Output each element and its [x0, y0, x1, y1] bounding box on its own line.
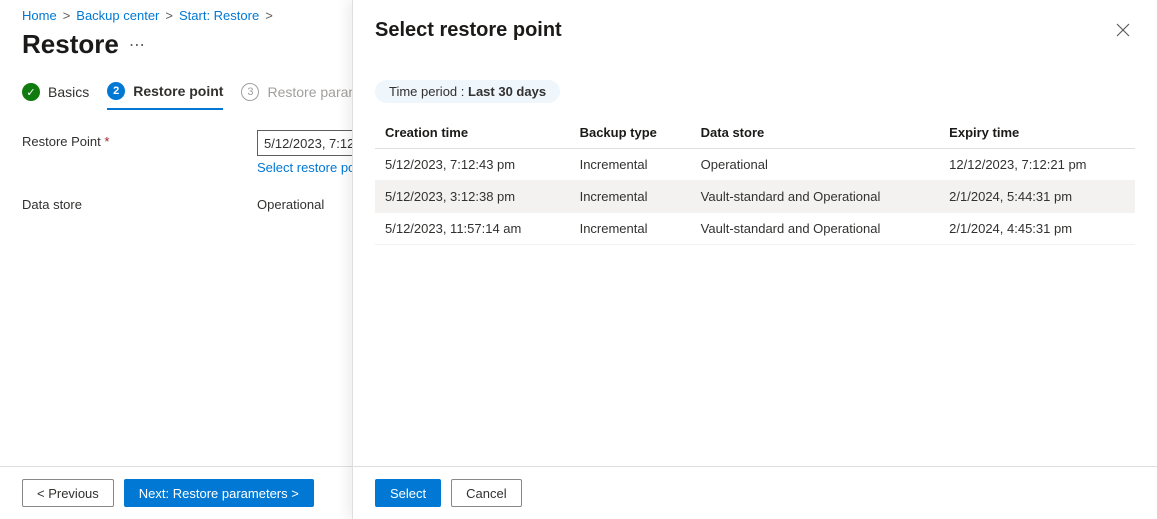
chevron-right-icon: > — [265, 8, 273, 23]
wizard-step-restore-point[interactable]: 2 Restore point — [107, 82, 223, 110]
cell-creation-time: 5/12/2023, 11:57:14 am — [375, 213, 570, 245]
wizard-step-label: Basics — [48, 84, 89, 100]
time-period-pill[interactable]: Time period : Last 30 days — [375, 80, 560, 103]
cell-expiry-time: 2/1/2024, 5:44:31 pm — [939, 181, 1135, 213]
cell-expiry-time: 2/1/2024, 4:45:31 pm — [939, 213, 1135, 245]
panel-body: Time period : Last 30 days Creation time… — [353, 52, 1157, 466]
x-icon — [1116, 23, 1130, 37]
cell-creation-time: 5/12/2023, 3:12:38 pm — [375, 181, 570, 213]
close-icon[interactable] — [1111, 18, 1135, 42]
next-button[interactable]: Next: Restore parameters > — [124, 479, 314, 507]
more-actions-icon[interactable]: ⋯ — [129, 35, 145, 55]
breadcrumb-backup-center[interactable]: Backup center — [76, 8, 159, 23]
check-icon: ✓ — [22, 83, 40, 101]
label-text: Restore Point — [22, 134, 101, 149]
data-store-label: Data store — [22, 193, 257, 212]
step-number-icon: 3 — [241, 83, 259, 101]
breadcrumb-start-restore[interactable]: Start: Restore — [179, 8, 259, 23]
panel-header: Select restore point — [353, 0, 1157, 52]
panel-footer: Select Cancel — [353, 466, 1157, 519]
chevron-right-icon: > — [63, 8, 71, 23]
table-row[interactable]: 5/12/2023, 7:12:43 pm Incremental Operat… — [375, 149, 1135, 181]
cell-creation-time: 5/12/2023, 7:12:43 pm — [375, 149, 570, 181]
time-period-prefix: Time period : — [389, 84, 468, 99]
step-number-icon: 2 — [107, 82, 125, 100]
required-asterisk-icon: * — [104, 134, 109, 149]
table-header-row: Creation time Backup type Data store Exp… — [375, 117, 1135, 149]
breadcrumb-home[interactable]: Home — [22, 8, 57, 23]
cell-data-store: Operational — [691, 149, 940, 181]
table-row[interactable]: 5/12/2023, 3:12:38 pm Incremental Vault-… — [375, 181, 1135, 213]
select-button[interactable]: Select — [375, 479, 441, 507]
cell-backup-type: Incremental — [570, 181, 691, 213]
col-backup-type[interactable]: Backup type — [570, 117, 691, 149]
previous-button[interactable]: < Previous — [22, 479, 114, 507]
time-period-value: Last 30 days — [468, 84, 546, 99]
cell-data-store: Vault-standard and Operational — [691, 181, 940, 213]
page-title: Restore — [22, 29, 119, 60]
restore-points-table: Creation time Backup type Data store Exp… — [375, 117, 1135, 245]
panel-title: Select restore point — [375, 19, 562, 42]
select-restore-point-panel: Select restore point Time period : Last … — [352, 0, 1157, 519]
cell-backup-type: Incremental — [570, 149, 691, 181]
cell-backup-type: Incremental — [570, 213, 691, 245]
table-row[interactable]: 5/12/2023, 11:57:14 am Incremental Vault… — [375, 213, 1135, 245]
wizard-step-basics[interactable]: ✓ Basics — [22, 83, 89, 109]
chevron-right-icon: > — [165, 8, 173, 23]
wizard-step-label: Restore point — [133, 83, 223, 99]
cancel-button[interactable]: Cancel — [451, 479, 521, 507]
col-creation-time[interactable]: Creation time — [375, 117, 570, 149]
col-expiry-time[interactable]: Expiry time — [939, 117, 1135, 149]
cell-data-store: Vault-standard and Operational — [691, 213, 940, 245]
cell-expiry-time: 12/12/2023, 7:12:21 pm — [939, 149, 1135, 181]
col-data-store[interactable]: Data store — [691, 117, 940, 149]
restore-point-label: Restore Point * — [22, 130, 257, 149]
